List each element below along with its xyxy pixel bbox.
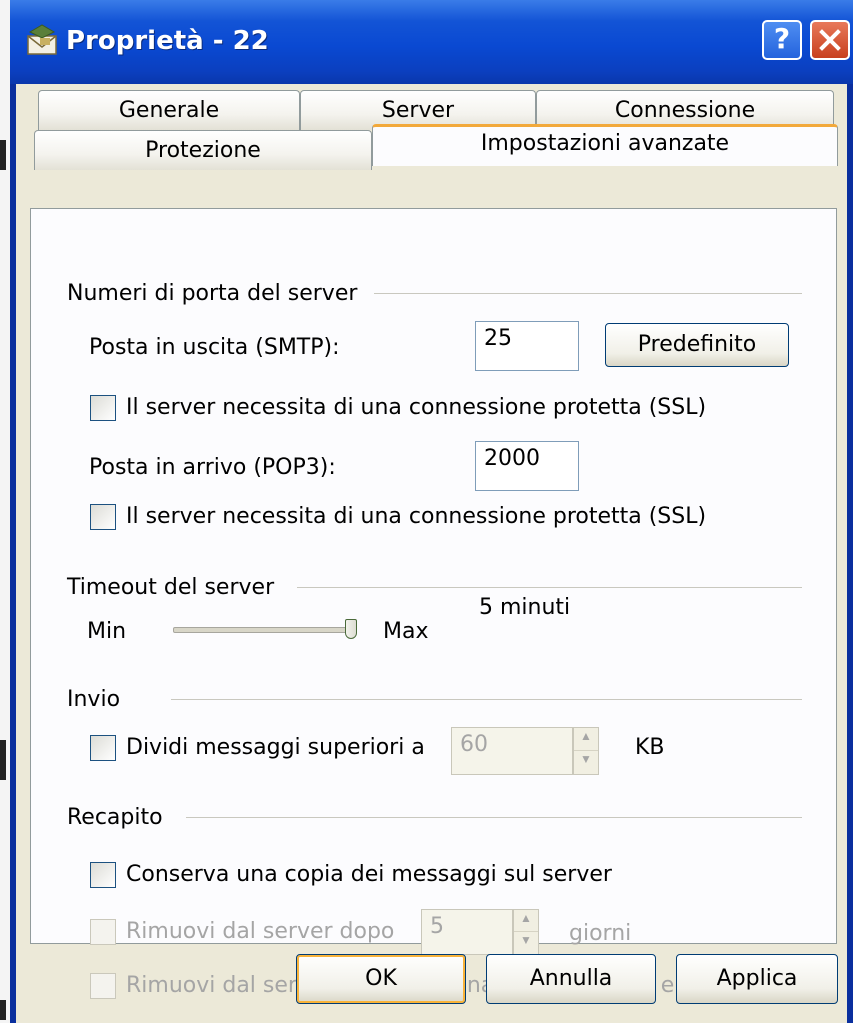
keep-copy-checkbox[interactable] — [90, 862, 116, 888]
background-fragment — [0, 1000, 6, 1020]
timeout-slider-thumb[interactable] — [345, 619, 357, 639]
remove-after-days-input[interactable]: 5 — [421, 909, 513, 955]
background-fragment — [0, 740, 6, 780]
group-divider — [186, 817, 802, 818]
ok-button[interactable]: OK — [296, 954, 466, 1004]
properties-dialog: Proprietà - 22 ? Generale Server Conness… — [10, 0, 853, 1023]
spin-down-icon[interactable]: ▼ — [514, 932, 538, 954]
tab-impostazioni-avanzate[interactable]: Impostazioni avanzate — [372, 124, 838, 166]
remove-after-label: Rimuovi dal server dopo — [126, 919, 395, 944]
remove-after-days-unit: giorni — [569, 921, 632, 946]
group-divider — [374, 293, 802, 294]
sending-group-label: Invio — [67, 687, 121, 712]
smtp-ssl-label: Il server necessita di una connessione p… — [126, 395, 707, 420]
help-button[interactable]: ? — [762, 20, 802, 60]
delivery-group-label: Recapito — [67, 805, 163, 830]
background-window — [0, 0, 10, 1023]
group-divider — [297, 587, 802, 588]
cancel-button[interactable]: Annulla — [486, 954, 656, 1004]
close-icon — [819, 29, 841, 51]
pop3-ssl-label: Il server necessita di una connessione p… — [126, 504, 707, 529]
smtp-ssl-checkbox[interactable] — [90, 395, 116, 421]
spin-down-icon[interactable]: ▼ — [574, 751, 598, 774]
timeout-min-label: Min — [87, 619, 127, 644]
remove-after-delete-checkbox[interactable] — [90, 973, 116, 999]
ports-group-label: Numeri di porta del server — [67, 281, 358, 306]
window-title: Proprietà - 22 — [66, 26, 269, 56]
timeout-group-label: Timeout del server — [67, 575, 275, 600]
keep-copy-label: Conserva una copia dei messaggi sul serv… — [126, 862, 612, 887]
background-fragment — [0, 140, 6, 170]
smtp-port-input[interactable]: 25 — [475, 321, 579, 371]
mail-account-icon — [27, 24, 57, 55]
split-size-unit: KB — [635, 735, 665, 760]
title-bar[interactable]: Proprietà - 22 ? — [10, 0, 853, 84]
spin-up-icon[interactable]: ▲ — [514, 910, 538, 932]
tab-protezione[interactable]: Protezione — [34, 130, 372, 170]
split-size-input[interactable]: 60 — [451, 727, 573, 775]
tab-panel-advanced: Numeri di porta del server Posta in usci… — [30, 208, 837, 999]
apply-button[interactable]: Applica — [676, 954, 838, 1004]
split-messages-checkbox[interactable] — [90, 735, 116, 761]
dialog-client-area: Generale Server Connessione Protezione I… — [16, 84, 847, 1023]
group-divider — [171, 699, 802, 700]
close-button[interactable] — [810, 20, 850, 60]
spin-up-icon[interactable]: ▲ — [574, 728, 598, 751]
split-size-spinner[interactable]: ▲ ▼ — [573, 727, 599, 775]
pop3-port-input[interactable]: 2000 — [475, 441, 579, 491]
pop3-ssl-checkbox[interactable] — [90, 504, 116, 530]
remove-after-days-spinner[interactable]: ▲ ▼ — [513, 909, 539, 955]
timeout-max-label: Max — [383, 619, 429, 644]
tab-generale[interactable]: Generale — [38, 90, 300, 130]
pop3-label: Posta in arrivo (POP3): — [89, 455, 336, 480]
remove-after-checkbox[interactable] — [90, 919, 116, 945]
timeout-slider-track[interactable] — [173, 627, 353, 633]
default-ports-button[interactable]: Predefinito — [605, 323, 789, 367]
split-messages-label: Dividi messaggi superiori a — [126, 735, 425, 760]
timeout-value-label: 5 minuti — [479, 595, 571, 620]
smtp-label: Posta in uscita (SMTP): — [89, 335, 340, 360]
